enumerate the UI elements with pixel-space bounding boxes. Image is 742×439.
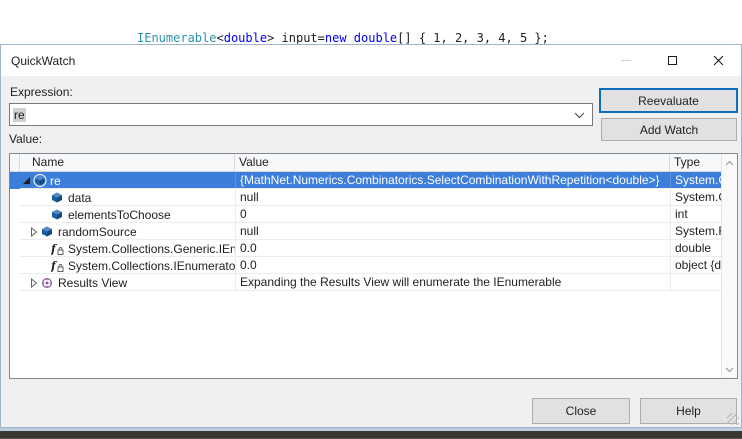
watch-grid: Name Value Type re {MathNet.Numerics.Com… — [9, 153, 738, 379]
expression-label: Expression: — [10, 85, 73, 99]
table-row[interactable]: randomSource null System.R — [10, 223, 721, 240]
maximize-button[interactable] — [649, 45, 695, 76]
code-editor: IEnumerable<double> input=new double[] {… — [0, 0, 742, 135]
column-header-name[interactable]: Name — [20, 154, 235, 171]
explicit-interface-property-icon: f — [51, 260, 65, 272]
scroll-up-icon[interactable] — [722, 154, 737, 171]
help-button[interactable]: Help — [640, 398, 737, 424]
grid-rows: re {MathNet.Numerics.Combinatorics.Selec… — [10, 172, 721, 291]
minimize-button[interactable] — [603, 45, 649, 76]
column-header-value[interactable]: Value — [235, 154, 670, 171]
expander-expanded-icon[interactable] — [21, 176, 31, 186]
svg-text:f: f — [51, 260, 58, 272]
column-header-type[interactable]: Type — [670, 154, 721, 171]
value-label: Value: — [9, 132, 43, 146]
close-button[interactable] — [695, 45, 741, 76]
minimize-icon — [621, 60, 631, 61]
table-row[interactable]: data null System.C — [10, 189, 721, 206]
expression-combobox[interactable]: re — [9, 103, 593, 126]
field-icon — [41, 226, 55, 238]
close-icon — [713, 55, 723, 66]
svg-text:f: f — [51, 243, 58, 255]
table-row[interactable]: f System.Collections.IEnumerato 0.0 obje… — [10, 257, 721, 274]
vertical-scrollbar[interactable] — [721, 154, 737, 378]
results-view-icon — [41, 277, 55, 289]
chevron-down-icon[interactable] — [574, 112, 585, 119]
reevaluate-button[interactable]: Reevaluate — [599, 88, 738, 113]
dialog-title: QuickWatch — [11, 53, 76, 68]
background-window-bar — [0, 431, 742, 438]
resize-grip[interactable] — [727, 413, 739, 425]
table-row[interactable]: re {MathNet.Numerics.Combinatorics.Selec… — [10, 172, 721, 189]
table-row[interactable]: Results View Expanding the Results View … — [10, 274, 721, 291]
scroll-down-icon[interactable] — [722, 361, 737, 378]
title-bar[interactable]: QuickWatch — [1, 45, 741, 76]
field-icon — [51, 192, 65, 204]
header-gutter — [10, 154, 20, 171]
table-row[interactable]: elementsToChoose 0 int — [10, 206, 721, 223]
quickwatch-dialog: QuickWatch Expression: re Reevaluate Add… — [0, 44, 742, 428]
expression-value[interactable]: re — [13, 107, 26, 122]
maximize-icon — [667, 56, 677, 65]
class-icon — [33, 174, 47, 187]
close-dialog-button[interactable]: Close — [532, 398, 630, 424]
screen: IEnumerable<double> input=new double[] {… — [0, 0, 742, 439]
expander-collapsed-icon[interactable] — [29, 226, 39, 237]
add-watch-button[interactable]: Add Watch — [601, 118, 737, 141]
table-row[interactable]: f System.Collections.Generic.IEn 0.0 dou… — [10, 240, 721, 257]
expander-collapsed-icon[interactable] — [29, 277, 39, 288]
explicit-interface-property-icon: f — [51, 243, 65, 255]
grid-header: Name Value Type — [10, 154, 721, 172]
field-icon — [51, 209, 65, 221]
